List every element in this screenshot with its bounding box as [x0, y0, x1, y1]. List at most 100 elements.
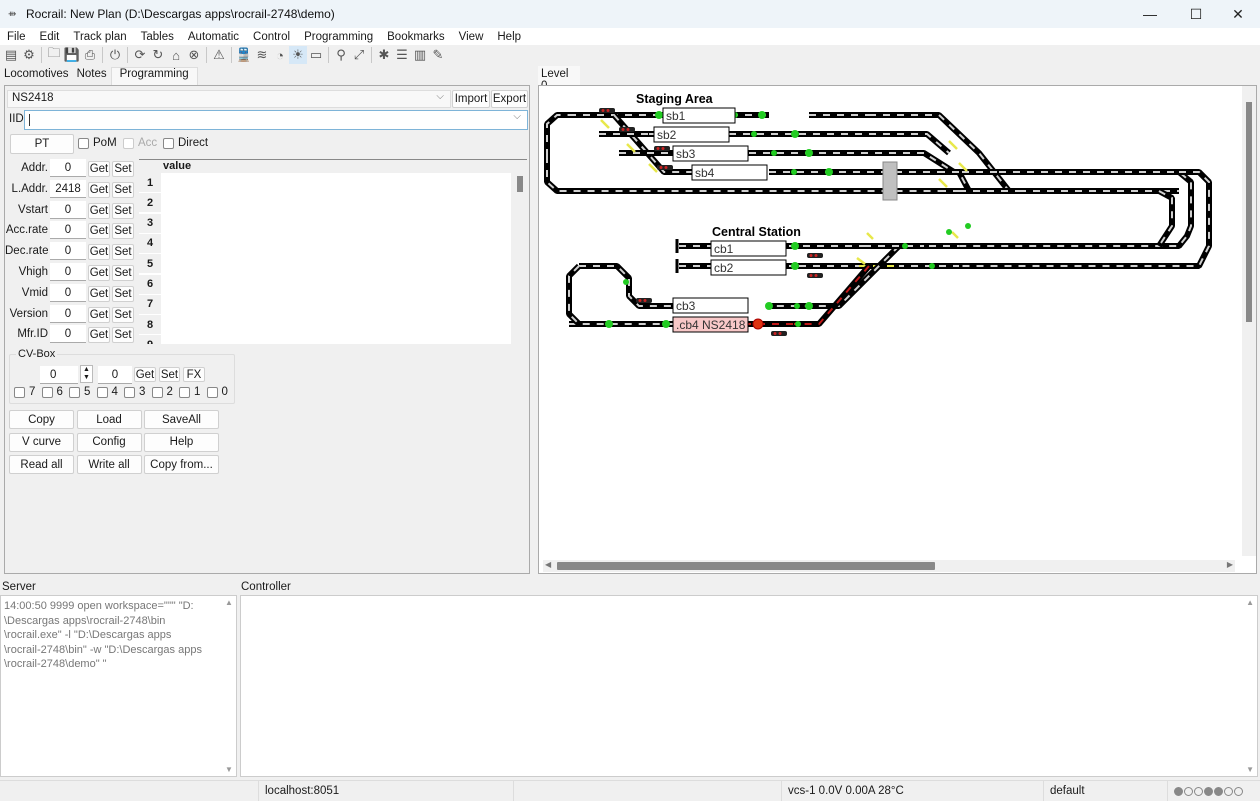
tab-level-0[interactable]: Level 0	[538, 66, 580, 92]
menu-control[interactable]: Control	[246, 31, 297, 43]
close-button[interactable]: ✕	[1216, 0, 1260, 28]
cv-grid-scrollbar[interactable]	[511, 160, 527, 344]
copy-from-button[interactable]: Copy from...	[144, 455, 219, 474]
field-value-input[interactable]: 0	[50, 325, 86, 344]
sync-icon[interactable]: ⟳	[131, 46, 149, 64]
monitor-icon[interactable]: ▭	[307, 46, 325, 64]
pom-checkbox[interactable]: PoM	[78, 137, 117, 149]
v-curve-button[interactable]: V curve	[9, 432, 74, 452]
cv-bit-checkbox[interactable]: 7	[14, 386, 35, 398]
maximize-button[interactable]: ☐	[1174, 0, 1218, 28]
zoom-icon[interactable]: ⚲	[332, 46, 350, 64]
grid-row-header[interactable]: 4	[139, 233, 161, 254]
menu-file[interactable]: File	[0, 31, 33, 43]
building-icon[interactable]: ▥	[411, 46, 429, 64]
block-sb2[interactable]: sb2	[653, 126, 730, 143]
field-set-button[interactable]: Set	[112, 161, 134, 177]
menu-automatic[interactable]: Automatic	[181, 31, 246, 43]
help-button[interactable]: Help	[144, 432, 219, 452]
spin-up-icon[interactable]: ▲	[81, 366, 92, 374]
spin-down-icon[interactable]: ▼	[81, 374, 92, 382]
minimize-button[interactable]: —	[1128, 0, 1172, 28]
power-icon[interactable]: ⏻	[106, 46, 124, 64]
field-set-button[interactable]: Set	[112, 181, 134, 198]
plan-vertical-scrollbar[interactable]	[1242, 86, 1256, 556]
emergency-stop-icon[interactable]: ⚠	[210, 46, 228, 64]
block-sb3[interactable]: sb3	[672, 145, 749, 162]
grid-row-header[interactable]: 9	[139, 335, 161, 344]
write-all-button[interactable]: Write all	[76, 455, 142, 474]
server-log-scrollbar[interactable]: ▲ ▼	[222, 596, 236, 776]
speedometer-icon[interactable]: ◔	[271, 46, 289, 64]
grid-row-header[interactable]: 5	[139, 254, 161, 275]
field-get-button[interactable]: Get	[88, 306, 110, 323]
scroll-right-icon[interactable]: ▶	[1227, 560, 1233, 569]
save-icon[interactable]: 💾	[63, 46, 81, 64]
scroll-thumb[interactable]	[1246, 102, 1252, 322]
track-plan-canvas[interactable]: Staging Area Central Station sb1 sb2 sb3 sb…	[538, 85, 1257, 574]
cv-bit-checkbox[interactable]: 0	[206, 386, 228, 398]
field-set-button[interactable]: Set	[112, 202, 134, 219]
cv-grid[interactable]: value 123456789	[139, 159, 527, 344]
scroll-up-icon[interactable]: ▲	[225, 598, 233, 607]
block-cb3[interactable]: cb3	[672, 297, 749, 314]
field-get-button[interactable]: Get	[88, 244, 110, 261]
cv-value-input[interactable]: 0	[98, 366, 132, 384]
field-value-input[interactable]: 2418	[50, 179, 86, 198]
scroll-down-icon[interactable]: ▼	[1246, 765, 1254, 774]
tab-notes[interactable]: Notes	[73, 67, 111, 85]
cv-set-button[interactable]: Set	[159, 367, 180, 382]
scroll-left-icon[interactable]: ◀	[545, 560, 551, 569]
cv-bit-checkbox[interactable]: 1	[179, 386, 200, 398]
tab-programming[interactable]: Programming	[110, 67, 198, 85]
grid-row-header[interactable]: 6	[139, 274, 161, 295]
menu-bookmarks[interactable]: Bookmarks	[380, 31, 452, 43]
grid-row-header[interactable]: 3	[139, 213, 161, 234]
field-value-input[interactable]: 0	[50, 304, 86, 323]
pt-button[interactable]: PT	[10, 134, 74, 154]
block-sb1[interactable]: sb1	[662, 107, 736, 124]
scroll-up-icon[interactable]: ▲	[1246, 598, 1254, 607]
scroll-thumb[interactable]	[517, 176, 523, 192]
menu-programming[interactable]: Programming	[297, 31, 380, 43]
wifi-icon[interactable]: ≋	[253, 46, 271, 64]
cv-get-button[interactable]: Get	[134, 367, 156, 382]
plan-horizontal-scrollbar[interactable]: ◀ ▶	[543, 560, 1235, 572]
field-value-input[interactable]: 0	[50, 221, 86, 240]
field-set-button[interactable]: Set	[112, 223, 134, 240]
menu-edit[interactable]: Edit	[33, 31, 67, 43]
field-value-input[interactable]: 0	[50, 200, 86, 219]
load-button[interactable]: Load	[76, 410, 142, 429]
block-cb1[interactable]: cb1	[710, 240, 787, 257]
menu-view[interactable]: View	[452, 31, 491, 43]
cv-bit-checkbox[interactable]: 3	[124, 386, 145, 398]
cv-number-spinner[interactable]: ▲ ▼	[80, 365, 93, 383]
grid-row-header[interactable]: 2	[139, 193, 161, 214]
cv-bit-checkbox[interactable]: 6	[41, 386, 63, 398]
field-value-input[interactable]: 0	[50, 283, 86, 302]
locomotive-icon[interactable]: 🚆	[235, 46, 253, 64]
field-get-button[interactable]: Get	[88, 265, 110, 281]
rocrail-info-icon[interactable]: ▤	[2, 46, 20, 64]
print-icon[interactable]: ⎙	[81, 46, 99, 64]
controller-panel[interactable]: ▲ ▼	[240, 595, 1258, 777]
config-button[interactable]: Config	[76, 432, 142, 452]
import-button[interactable]: Import	[452, 90, 490, 108]
cv-bit-checkbox[interactable]: 5	[69, 386, 90, 398]
grid-row-header[interactable]: 8	[139, 315, 161, 336]
field-get-button[interactable]: Get	[88, 161, 110, 177]
rotate-icon[interactable]: ↻	[149, 46, 167, 64]
scroll-down-icon[interactable]: ▼	[225, 765, 233, 774]
block-cb2[interactable]: cb2	[710, 259, 787, 276]
block-cb4[interactable]: .cb4 NS2418	[672, 316, 749, 333]
grid-row-header[interactable]: 1	[139, 173, 161, 193]
cv-fx-button[interactable]: FX	[183, 367, 205, 382]
read-all-button[interactable]: Read all	[9, 455, 74, 474]
field-set-button[interactable]: Set	[112, 306, 134, 323]
iid-input[interactable]: ⌵	[24, 110, 528, 130]
edit-doc-icon[interactable]: ✎	[429, 46, 447, 64]
menu-help[interactable]: Help	[490, 31, 528, 43]
field-set-button[interactable]: Set	[112, 285, 134, 302]
field-set-button[interactable]: Set	[112, 244, 134, 261]
field-get-button[interactable]: Get	[88, 202, 110, 219]
